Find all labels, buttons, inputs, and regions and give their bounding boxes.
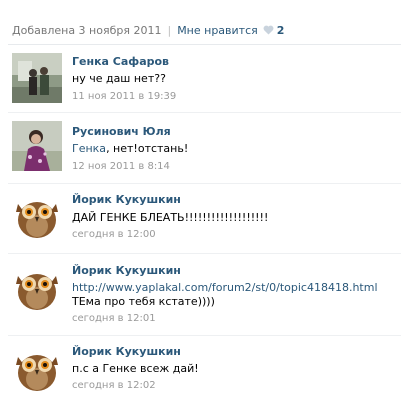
comment-text: ДАЙ ГЕНКЕ БЛЕАТЬ!!!!!!!!!!!!!!!!!!!	[72, 211, 269, 224]
comment-link[interactable]: http://www.yaplakal.com/forum2/st/0/topi…	[72, 281, 378, 294]
comment-item: Йорик Кукушкин ДАЙ ГЕНКЕ БЛЕАТЬ!!!!!!!!!…	[0, 190, 409, 250]
avatar[interactable]	[12, 190, 62, 240]
owl-avatar-image	[12, 190, 62, 240]
owl-avatar-image	[12, 262, 62, 312]
comment-separator	[8, 335, 401, 336]
post-added-date: Добавлена 3 ноября 2011	[12, 23, 162, 37]
comment-date[interactable]: 11 ноя 2011 в 19:39	[72, 91, 176, 102]
reply-to-link[interactable]: Генка	[72, 142, 106, 155]
comment-text: п.с а Генке всеж дай!	[72, 362, 199, 375]
comment-author[interactable]: Русинович Юля	[72, 125, 171, 138]
comment-item: Йорик Кукушкин http://www.yaplakal.com/f…	[0, 262, 409, 332]
comment-text: http://www.yaplakal.com/forum2/st/0/topi…	[72, 281, 394, 309]
comment-author[interactable]: Йорик Кукушкин	[72, 345, 181, 358]
comment-date[interactable]: сегодня в 12:01	[72, 313, 156, 324]
comment-date[interactable]: 12 ноя 2011 в 8:14	[72, 161, 170, 172]
avatar[interactable]	[12, 121, 62, 171]
meta-separator: |	[167, 23, 172, 37]
comment-text: ну че даш нет??	[72, 72, 166, 85]
photo-avatar-image	[12, 121, 62, 171]
owl-avatar-image	[12, 343, 62, 393]
avatar[interactable]	[12, 343, 62, 393]
comment-text: Генка, нет!отстань!	[72, 142, 394, 156]
post-meta-bar: Добавлена 3 ноября 2011 | Мне нравится 2	[12, 22, 284, 38]
comment-author[interactable]: Йорик Кукушкин	[72, 264, 181, 277]
avatar[interactable]	[12, 262, 62, 312]
comment-separator	[8, 112, 401, 113]
comment-text-body: , нет!отстань!	[106, 142, 189, 155]
comment-item: Йорик Кукушкин п.с а Генке всеж дай! сег…	[0, 343, 409, 401]
comment-date[interactable]: сегодня в 12:00	[72, 229, 156, 240]
comment-item: Русинович Юля Генка, нет!отстань! 12 ноя…	[0, 121, 409, 181]
comment-text-body: ТЕма про тебя кстате))))	[72, 295, 215, 308]
wall-comments-page: Добавлена 3 ноября 2011 | Мне нравится 2…	[0, 0, 409, 403]
comment-separator	[8, 253, 401, 254]
like-count[interactable]: 2	[277, 24, 285, 37]
comment-author[interactable]: Йорик Кукушкин	[72, 193, 181, 206]
avatar[interactable]	[12, 53, 62, 103]
comment-author[interactable]: Генка Сафаров	[72, 55, 169, 68]
comment-date[interactable]: сегодня в 12:02	[72, 380, 156, 391]
photo-avatar-image	[12, 53, 62, 103]
comment-item: Генка Сафаров ну че даш нет?? 11 ноя 201…	[0, 53, 409, 111]
like-button[interactable]: Мне нравится	[177, 24, 258, 37]
comment-separator	[8, 183, 401, 184]
header-divider	[8, 44, 401, 45]
heart-icon[interactable]	[263, 25, 274, 35]
